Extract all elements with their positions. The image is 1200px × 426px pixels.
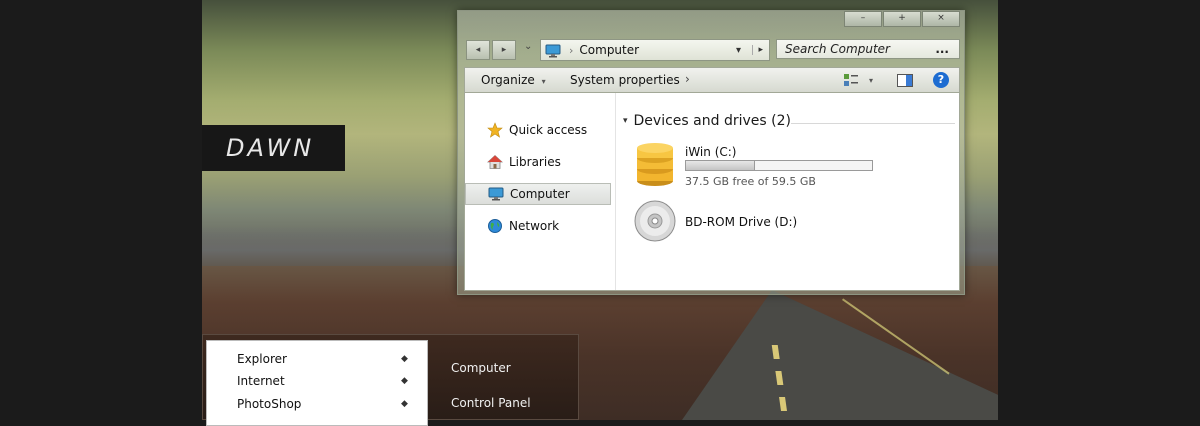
maximize-button[interactable]: + [883,11,921,27]
nav-item-quick-access[interactable]: Quick access [465,119,611,141]
home-icon [486,154,504,170]
computer-icon [545,44,561,58]
start-item-computer[interactable]: Computer [451,361,511,375]
drive-name: BD-ROM Drive (D:) [685,215,798,229]
section-header-devices[interactable]: ▾ Devices and drives (2) [623,113,791,129]
help-icon[interactable]: ? [933,72,949,88]
search-box[interactable]: Search Computer ... [776,39,960,59]
program-label: Explorer [237,352,287,366]
section-divider [791,123,955,124]
program-label: PhotoShop [237,397,302,411]
caption-buttons: – + × [843,11,960,27]
search-input[interactable]: Search Computer [785,42,890,56]
globe-icon [487,218,503,234]
close-button[interactable]: × [922,11,960,27]
content-area: Quick access Libraries Computer Network [464,93,960,291]
submenu-arrow-icon: ◆ [401,376,408,386]
nav-item-label: Network [509,219,560,233]
drive-name: iWin (C:) [685,145,737,159]
navigation-pane: Quick access Libraries Computer Network [465,93,616,290]
recent-locations-button[interactable]: ⌄ [524,41,532,52]
drive-free-space: 37.5 GB free of 59.5 GB [685,175,816,188]
submenu-arrow-icon: ◆ [401,399,408,409]
navigation-bar: ◂ ▸ ⌄ › Computer ▾ ▸ Search Computer ... [466,39,960,61]
address-bar[interactable]: › Computer ▾ ▸ [540,39,770,61]
optical-disc-icon [633,199,677,247]
collapse-arrow-icon[interactable]: ▾ [623,116,628,126]
search-options-icon[interactable]: ... [935,42,949,56]
chevron-down-icon: ▾ [541,77,546,86]
refresh-icon[interactable]: ▸ [752,45,763,55]
address-separator: › [569,43,574,57]
program-label: Internet [237,374,285,388]
computer-icon [488,186,504,202]
command-bar: Organize ▾ System properties › ▾ ? [464,67,960,93]
back-button[interactable]: ◂ [466,40,490,60]
nav-item-libraries[interactable]: Libraries [465,151,611,173]
nav-item-label: Computer [510,187,570,201]
views-chevron-icon: ▾ [869,75,874,85]
submenu-arrow-icon: ◆ [401,354,408,364]
toolbar-overflow-icon[interactable]: › [685,72,690,86]
start-item-control-panel[interactable]: Control Panel [451,396,531,410]
drive-usage-bar [685,160,873,171]
start-menu: Explorer ◆ Internet ◆ PhotoShop ◆ Comput… [202,334,579,426]
drive-usage-fill [686,161,755,170]
address-dropdown-icon[interactable]: ▾ [736,45,741,56]
organize-label: Organize [481,73,535,87]
view-details-icon [844,74,858,86]
address-location[interactable]: Computer [579,43,639,57]
system-properties-button[interactable]: System properties [570,73,680,87]
nav-item-label: Libraries [509,155,561,169]
star-icon [487,122,503,138]
programs-list: Explorer ◆ Internet ◆ PhotoShop ◆ [206,340,428,426]
minimize-button[interactable]: – [844,11,882,27]
nav-item-label: Quick access [509,123,588,137]
change-view-button[interactable]: ▾ [843,73,873,87]
section-title: Devices and drives (2) [633,113,791,129]
nav-item-computer[interactable]: Computer [465,183,611,205]
wallpaper-road [682,290,998,420]
explorer-window[interactable]: – + × ◂ ▸ ⌄ › Computer ▾ ▸ Search Comput… [457,10,965,295]
hard-drive-icon [635,141,675,191]
preview-pane-icon[interactable] [897,74,913,90]
organize-button[interactable]: Organize ▾ [481,73,546,87]
nav-item-network[interactable]: Network [465,215,611,237]
theme-brand-label: DAWN [202,125,345,171]
forward-button[interactable]: ▸ [492,40,516,60]
